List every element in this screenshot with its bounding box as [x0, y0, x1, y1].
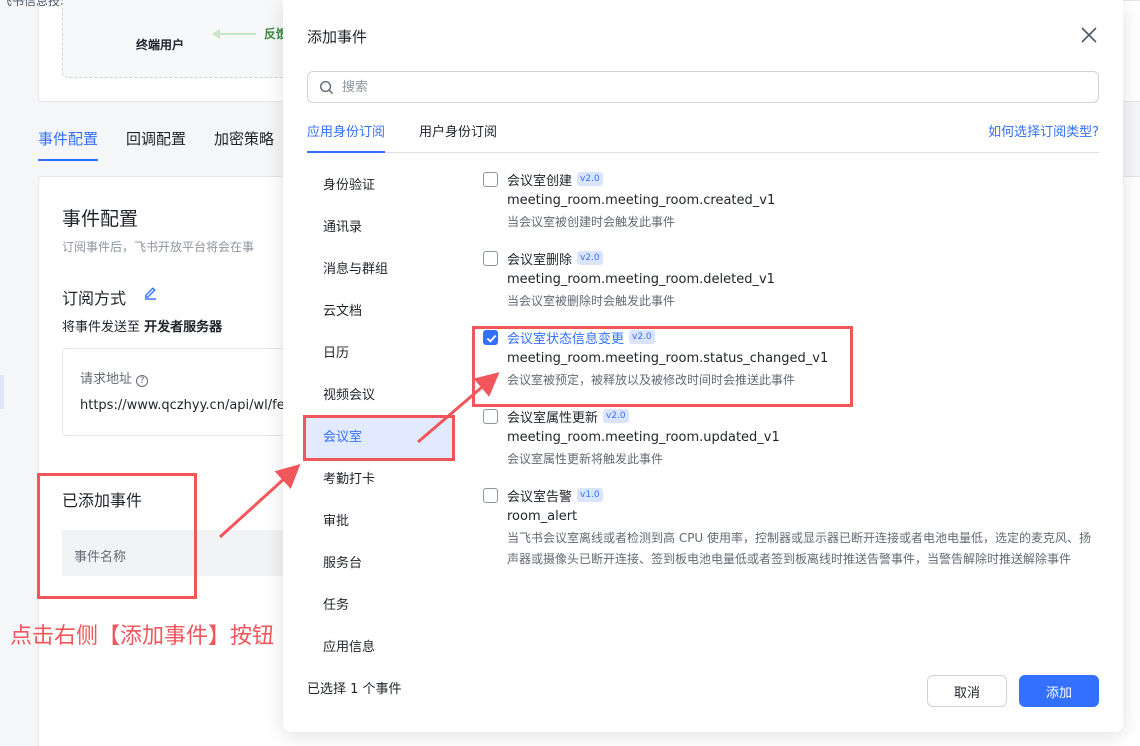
annotation-arrow-1: [218, 463, 301, 539]
annotation-arrows: [218, 372, 500, 539]
annotation-arrow-2: [417, 372, 500, 444]
